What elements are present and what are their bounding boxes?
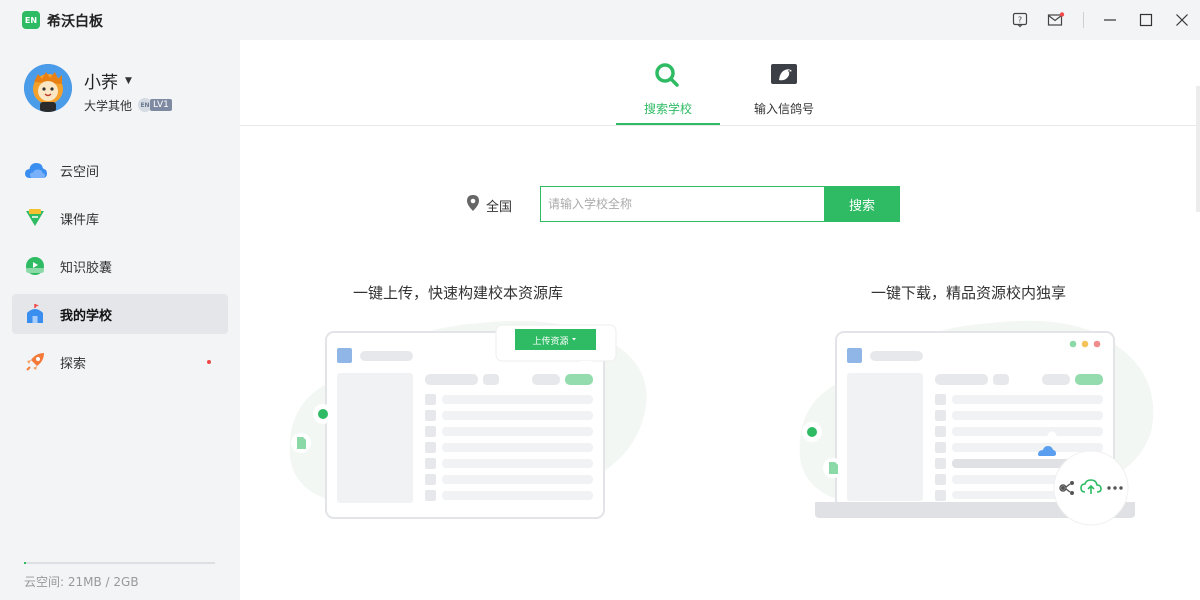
school-icon [24,303,46,325]
search-icon [654,62,680,92]
upload-resource-button: 上传资源 [532,337,569,347]
courseware-icon [24,207,46,229]
sidebar-item-label: 云空间 [60,165,100,180]
app-logo: EN [22,11,40,29]
sidebar: 小荞 ▼ 大学其他 EN LV1 云空间 课件库 知识胶囊 我的学校 探索 云空… [0,40,240,600]
capsule-icon [24,255,46,277]
level-badge: LV1 [150,99,172,111]
search-button[interactable]: 搜索 [824,186,900,222]
region-label: 全国 [486,199,513,215]
user-menu-caret-icon[interactable]: ▼ [125,76,132,86]
sidebar-item-explore[interactable]: 探索 [12,342,228,382]
storage-text: 云空间: 21MB / 2GB [24,575,139,589]
sidebar-item-my-school[interactable]: 我的学校 [12,294,228,334]
sidebar-item-cloud[interactable]: 云空间 [12,150,228,190]
storage-progress-fill [24,562,26,564]
tab-search-school[interactable]: 搜索学校 [616,40,720,126]
rocket-icon [24,351,46,373]
school-search-input[interactable] [540,186,825,222]
main-panel: 搜索学校 输入信鸽号 全国 搜索 一键上传，快速构建校本资源库 一键下载，精品资… [240,40,1200,600]
help-icon[interactable]: ? [1010,10,1030,30]
pigeon-icon [770,62,798,92]
tabs-divider [240,125,1200,126]
location-pin-icon [466,194,480,216]
mail-icon[interactable] [1046,10,1066,30]
sidebar-item-label: 课件库 [60,213,100,228]
tab-label: 输入信鸽号 [754,102,815,116]
cloud-icon [24,159,47,181]
minimize-icon[interactable] [1100,10,1120,30]
close-icon[interactable] [1172,10,1192,30]
upload-illustration [280,308,660,528]
download-illustration [790,308,1160,528]
app-title: 希沃白板 [47,14,103,30]
avatar[interactable] [24,64,72,112]
sidebar-item-label: 知识胶囊 [60,261,113,276]
title-bar: EN 希沃白板 ? [0,0,1200,40]
sidebar-item-capsule[interactable]: 知识胶囊 [12,246,228,286]
titlebar-separator [1083,12,1084,28]
upload-feature-title: 一键上传，快速构建校本资源库 [353,284,564,302]
storage-progress-bar [24,562,215,564]
tab-label: 搜索学校 [644,102,693,116]
notification-dot [207,360,211,364]
svg-text:?: ? [1018,16,1022,25]
download-feature-title: 一键下载，精品资源校内独享 [871,284,1067,302]
sidebar-item-label: 我的学校 [60,309,113,324]
user-name[interactable]: 小荞 [84,68,118,93]
tab-pigeon-number[interactable]: 输入信鸽号 [744,40,848,126]
maximize-icon[interactable] [1136,10,1156,30]
scrollbar[interactable] [1196,86,1200,212]
sidebar-item-label: 探索 [60,357,87,372]
sidebar-item-courseware[interactable]: 课件库 [12,198,228,238]
region-selector[interactable]: 全国 [466,194,512,216]
user-org: 大学其他 [84,99,133,113]
